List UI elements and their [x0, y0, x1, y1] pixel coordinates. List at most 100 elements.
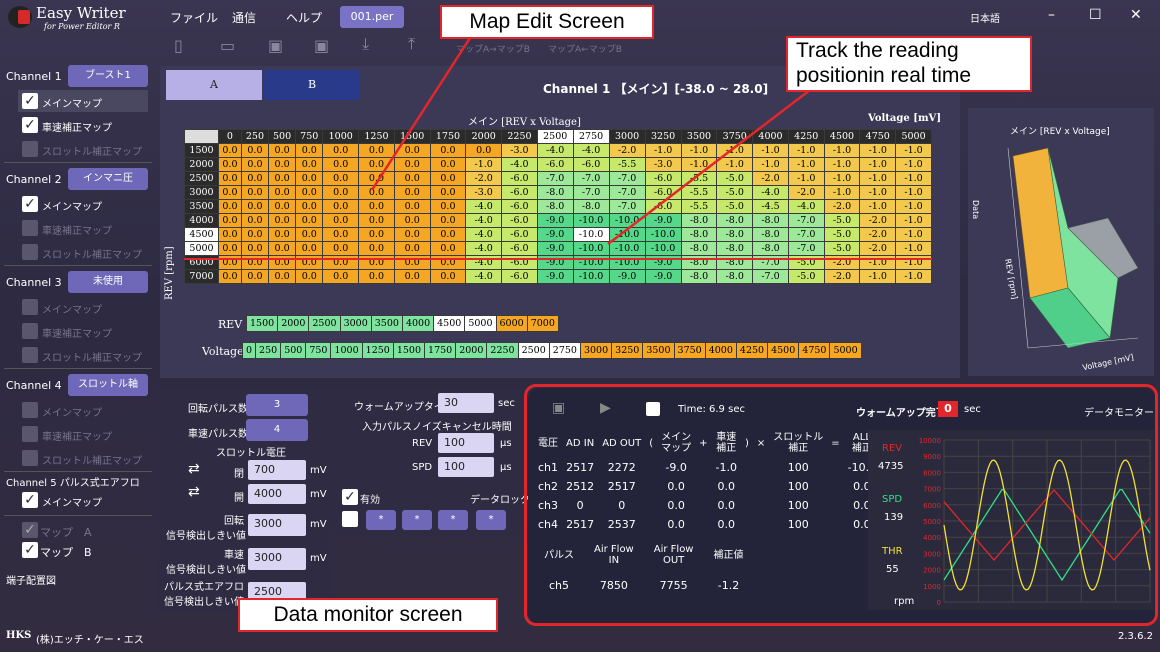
map-cell[interactable]: -8.0 — [680, 269, 718, 284]
map-cell[interactable]: 0.0 — [429, 199, 467, 214]
map-cell[interactable]: -7.0 — [608, 199, 646, 214]
menu-help[interactable]: ヘルプ — [286, 9, 322, 26]
map-cell[interactable]: -1.0 — [895, 157, 932, 172]
map-cell[interactable]: 0.0 — [358, 171, 395, 186]
map-cell[interactable]: -5.0 — [716, 185, 754, 200]
map-cell[interactable]: -4.0 — [752, 185, 789, 200]
map-cell[interactable]: -5.0 — [823, 213, 861, 228]
tab-a[interactable]: A — [166, 70, 262, 100]
map-item-label[interactable]: スロットル補正マップ — [42, 349, 142, 364]
channel-type-select[interactable]: スロットル軸 — [68, 374, 148, 396]
map-cell[interactable]: 0.0 — [268, 199, 297, 214]
map-cell[interactable]: 0.0 — [322, 185, 360, 200]
map-item-label[interactable]: メインマップ — [42, 95, 102, 110]
map-cell[interactable]: 0.0 — [358, 269, 395, 284]
map-checkbox[interactable]: ✓ — [22, 93, 38, 109]
map-cell[interactable]: -4.0 — [465, 213, 503, 228]
map-cell[interactable]: -1.0 — [787, 157, 825, 172]
map-cell[interactable]: 0.0 — [218, 241, 242, 256]
map-cell[interactable]: -1.0 — [823, 157, 861, 172]
map-cell[interactable]: -1.0 — [895, 171, 932, 186]
map-cell[interactable]: -1.0 — [716, 157, 754, 172]
close-voltage-input[interactable]: 700 — [248, 460, 306, 480]
map-cell[interactable]: -1.0 — [895, 227, 932, 242]
map-cell[interactable]: 0.0 — [295, 185, 324, 200]
map-cell[interactable]: -6.0 — [501, 213, 538, 228]
map-cell[interactable]: 0.0 — [295, 241, 324, 256]
map-cell[interactable]: 0.0 — [218, 269, 242, 284]
map-cell[interactable]: -6.0 — [644, 171, 682, 186]
map-cell[interactable]: -8.0 — [680, 213, 718, 228]
ch5-main-map-checkbox[interactable]: ✓ — [22, 492, 38, 508]
map-cell[interactable]: -6.0 — [501, 269, 538, 284]
map-cell[interactable]: -1.0 — [823, 143, 861, 158]
map-cell[interactable]: -7.0 — [608, 171, 646, 186]
channel-type-select[interactable]: 未使用 — [68, 271, 148, 293]
maximize-button[interactable]: ☐ — [1089, 7, 1102, 23]
map-cell[interactable]: -6.0 — [501, 199, 538, 214]
map-cell[interactable]: 0.0 — [358, 185, 395, 200]
map-cell[interactable]: 0.0 — [240, 269, 270, 284]
map-cell[interactable]: 0.0 — [322, 227, 360, 242]
map-cell[interactable]: 0.0 — [429, 241, 467, 256]
map-b-checkbox[interactable]: ✓ — [22, 542, 38, 558]
map-cell[interactable]: 0.0 — [218, 199, 242, 214]
map-cell[interactable]: -2.0 — [823, 199, 861, 214]
map-cell[interactable]: -7.0 — [752, 269, 789, 284]
swap-icon[interactable]: ⇄ — [188, 461, 200, 477]
map-cell[interactable]: -6.0 — [501, 171, 538, 186]
map-cell[interactable]: -1.0 — [680, 157, 718, 172]
map-cell[interactable]: -2.0 — [465, 171, 503, 186]
language-select[interactable]: 日本語 — [970, 10, 1000, 25]
map-cell[interactable]: -4.0 — [465, 227, 503, 242]
map-item-label[interactable]: 車速補正マップ — [42, 428, 112, 443]
map-cell[interactable]: -10.0 — [572, 213, 610, 228]
map-cell[interactable]: 0.0 — [240, 199, 270, 214]
map-cell[interactable]: -9.0 — [536, 227, 574, 242]
map-cell[interactable]: -1.0 — [823, 185, 861, 200]
map-cell[interactable]: -2.0 — [752, 171, 789, 186]
map-cell[interactable]: -8.0 — [716, 227, 754, 242]
map-item-label[interactable]: メインマップ — [42, 301, 102, 316]
map-cell[interactable]: -1.0 — [859, 199, 897, 214]
map-checkbox[interactable]: ✓ — [22, 117, 38, 133]
map-cell[interactable]: 0.0 — [358, 241, 395, 256]
map-cell[interactable]: -2.0 — [823, 269, 861, 284]
map-cell[interactable]: -10.0 — [572, 241, 610, 256]
map-cell[interactable]: 0.0 — [295, 213, 324, 228]
map-checkbox[interactable]: ✓ — [22, 196, 38, 212]
map-cell[interactable]: -8.0 — [680, 241, 718, 256]
map-cell[interactable]: -5.5 — [680, 185, 718, 200]
map-cell[interactable]: -1.0 — [895, 143, 932, 158]
map-cell[interactable]: -3.0 — [501, 143, 538, 158]
new-file-icon[interactable]: ▯ — [174, 36, 183, 55]
map-cell[interactable]: -1.0 — [716, 143, 754, 158]
map-cell[interactable]: -6.0 — [501, 185, 538, 200]
map-cell[interactable]: 0.0 — [322, 241, 360, 256]
map-cell[interactable]: -8.0 — [716, 241, 754, 256]
map-cell[interactable]: -1.0 — [859, 269, 897, 284]
map-cell[interactable]: -8.0 — [572, 199, 610, 214]
map-cell[interactable]: 0.0 — [429, 185, 467, 200]
map-cell[interactable]: -9.0 — [644, 213, 682, 228]
map-cell[interactable]: -7.0 — [787, 241, 825, 256]
map-cell[interactable]: -10.0 — [608, 227, 646, 242]
save-icon[interactable]: ▣ — [268, 36, 283, 55]
map-item-label[interactable]: 車速補正マップ — [42, 119, 112, 134]
map-cell[interactable]: -6.0 — [501, 241, 538, 256]
rot-thresh-input[interactable]: 3000 — [248, 514, 306, 536]
menu-comm[interactable]: 通信 — [232, 9, 256, 26]
spd-pulse-select[interactable]: 4 — [246, 419, 308, 441]
map-cell[interactable]: 0.0 — [295, 157, 324, 172]
datalock-checkbox[interactable] — [342, 511, 358, 527]
copy-map-a-to-b-button[interactable]: マップA→マップB — [456, 42, 530, 55]
map-cell[interactable]: -5.0 — [787, 269, 825, 284]
pin-layout-link[interactable]: 端子配置図 — [6, 572, 56, 587]
map-cell[interactable]: -2.0 — [859, 227, 897, 242]
map-cell[interactable]: -4.0 — [572, 143, 610, 158]
map-cell[interactable]: -6.0 — [501, 227, 538, 242]
map-cell[interactable]: 0.0 — [218, 213, 242, 228]
map-cell[interactable]: 0.0 — [295, 143, 324, 158]
map-cell[interactable]: 0.0 — [358, 213, 395, 228]
map-cell[interactable]: 0.0 — [240, 185, 270, 200]
